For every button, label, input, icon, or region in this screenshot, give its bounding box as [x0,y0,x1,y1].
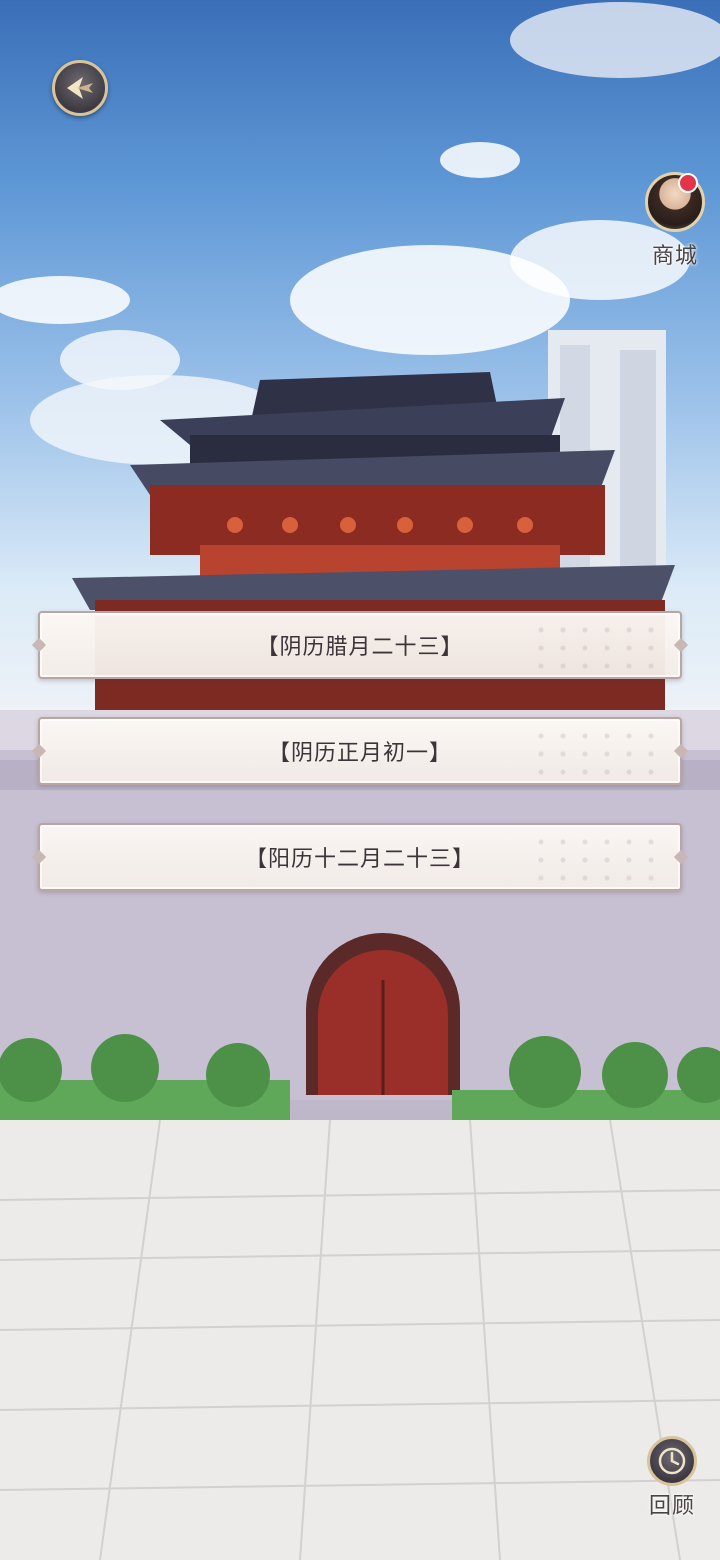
review-button[interactable]: 回顾 [640,1436,704,1520]
choice-label: 【阴历腊月二十三】 [256,635,464,660]
shop-label: 商城 [651,244,698,269]
back-button[interactable] [52,60,108,116]
choice-label: 【阴历正月初一】 [267,741,452,766]
back-arrow-icon [67,77,93,99]
notification-dot [678,173,698,193]
choice-list: 【阴历腊月二十三】 【阴历正月初一】 【阳历十二月二十三】 [38,611,682,929]
shop-avatar [645,172,705,232]
choice-option-3[interactable]: 【阳历十二月二十三】 [38,823,682,891]
choice-pattern [530,621,670,671]
choice-pattern [530,833,670,883]
game-screen: 商城 【阴历腊月二十三】 【阴历正月初一】 【阳历十二月二十三】 回顾 [0,0,720,1560]
shop-button[interactable]: 商城 [640,172,710,270]
review-label: 回顾 [648,1494,695,1519]
choice-option-1[interactable]: 【阴历腊月二十三】 [38,611,682,679]
choice-option-2[interactable]: 【阴历正月初一】 [38,717,682,785]
choice-label: 【阳历十二月二十三】 [244,847,475,872]
clock-icon [647,1436,697,1486]
choice-pattern [530,727,670,777]
